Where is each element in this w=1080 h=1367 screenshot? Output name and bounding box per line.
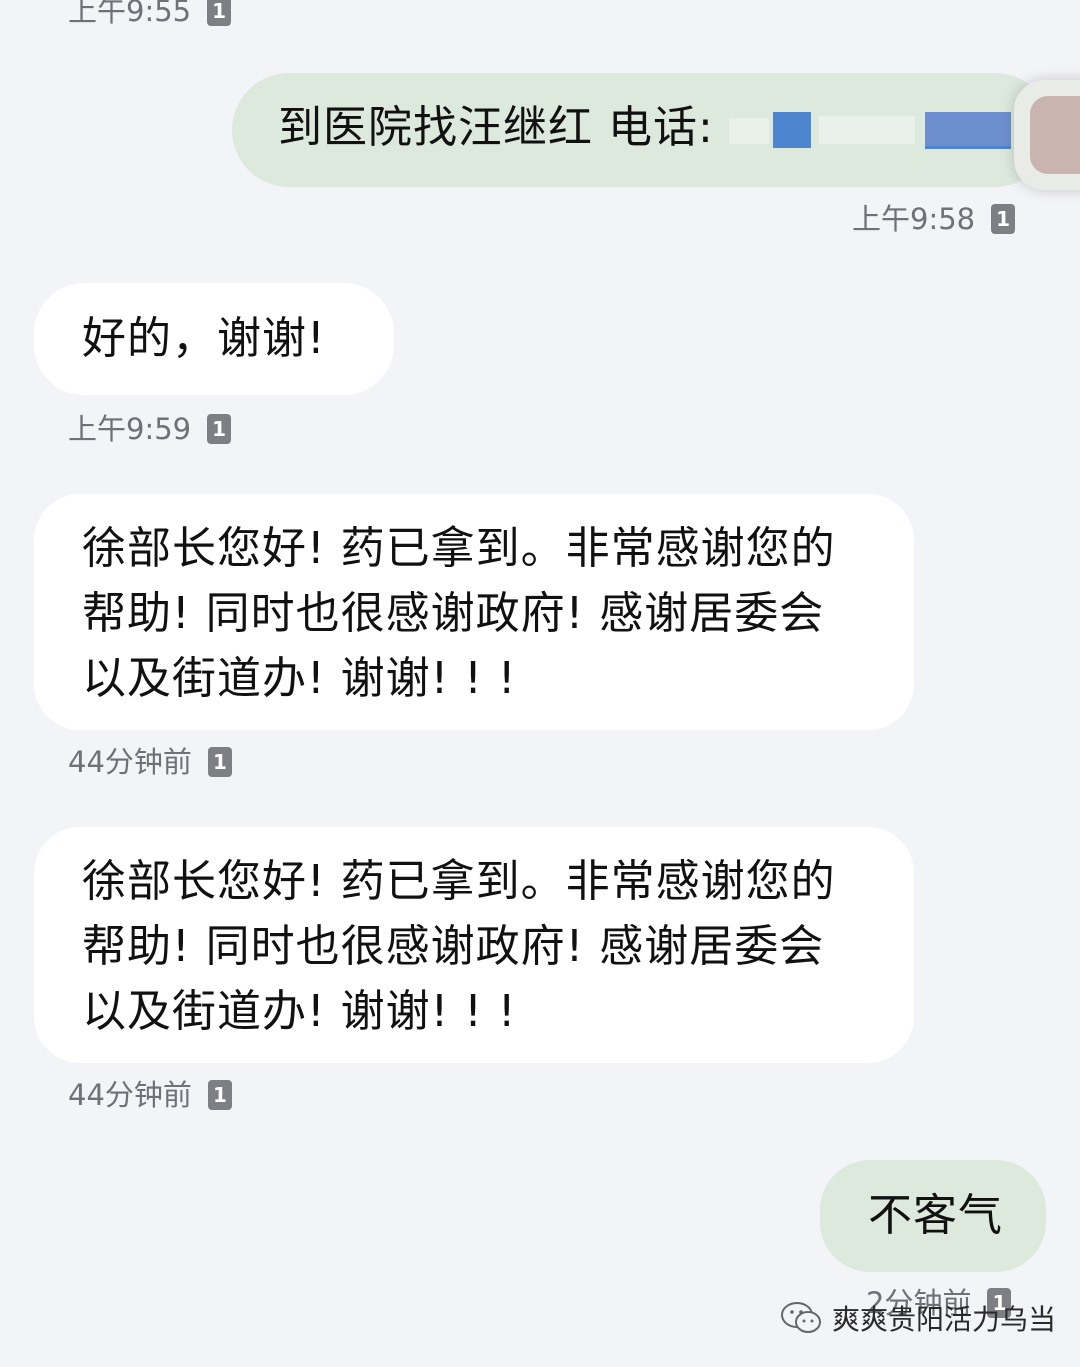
message-line: 帮助! 同时也很感谢政府! 感谢居委会: [82, 921, 825, 972]
wechat-icon: [781, 1302, 821, 1333]
sim-card-icon: 1: [207, 1080, 232, 1110]
sim-card-icon: 1: [207, 414, 232, 444]
message-text: 不客气: [868, 1190, 1003, 1241]
timestamp-text: 上午9:55: [68, 0, 192, 28]
incoming-message-bubble[interactable]: 好的，谢谢!: [34, 283, 394, 395]
message-text: 好的，谢谢!: [82, 313, 326, 364]
sim-card-icon: 1: [207, 747, 232, 777]
avatar-image: [1030, 96, 1080, 174]
message-text: 到医院找汪继红 电话:: [278, 102, 714, 153]
outgoing-message-bubble[interactable]: 不客气: [820, 1160, 1046, 1272]
message-line: 徐部长您好! 药已拿到。非常感谢您的: [82, 523, 836, 574]
message-timestamp: 上午9:59 1: [68, 411, 232, 446]
wechat-watermark: 爽爽贵阳活力乌当: [780, 1298, 1056, 1338]
message-line: 以及街道办! 谢谢! ! !: [82, 986, 517, 1037]
message-line: 以及街道办! 谢谢! ! !: [82, 653, 517, 704]
sim-card-icon: 1: [207, 0, 232, 26]
message-timestamp: 上午9:58 1: [852, 201, 1016, 236]
incoming-message-bubble[interactable]: 徐部长您好! 药已拿到。非常感谢您的 帮助! 同时也很感谢政府! 感谢居委会 以…: [34, 494, 914, 730]
watermark-text: 爽爽贵阳活力乌当: [832, 1303, 1057, 1336]
sim-card-icon: 1: [991, 204, 1016, 234]
message-timestamp: 44分钟前 1: [68, 1080, 232, 1110]
timestamp-text: 上午9:59: [68, 411, 192, 446]
timestamp-text: 上午9:58: [852, 201, 976, 236]
incoming-message-bubble[interactable]: 徐部长您好! 药已拿到。非常感谢您的 帮助! 同时也很感谢政府! 感谢居委会 以…: [34, 827, 914, 1063]
timestamp-text: 44分钟前: [68, 744, 192, 779]
timestamp-text: 44分钟前: [68, 1077, 192, 1112]
contact-avatar[interactable]: [1014, 80, 1080, 190]
message-timestamp: 上午9:55 1: [68, 0, 232, 28]
message-line: 帮助! 同时也很感谢政府! 感谢居委会: [82, 588, 825, 639]
redacted-phone-number: [728, 106, 1019, 154]
outgoing-message-bubble[interactable]: 到医院找汪继红 电话:: [232, 73, 1052, 187]
message-line: 徐部长您好! 药已拿到。非常感谢您的: [82, 856, 836, 907]
message-timestamp: 44分钟前 1: [68, 747, 232, 777]
